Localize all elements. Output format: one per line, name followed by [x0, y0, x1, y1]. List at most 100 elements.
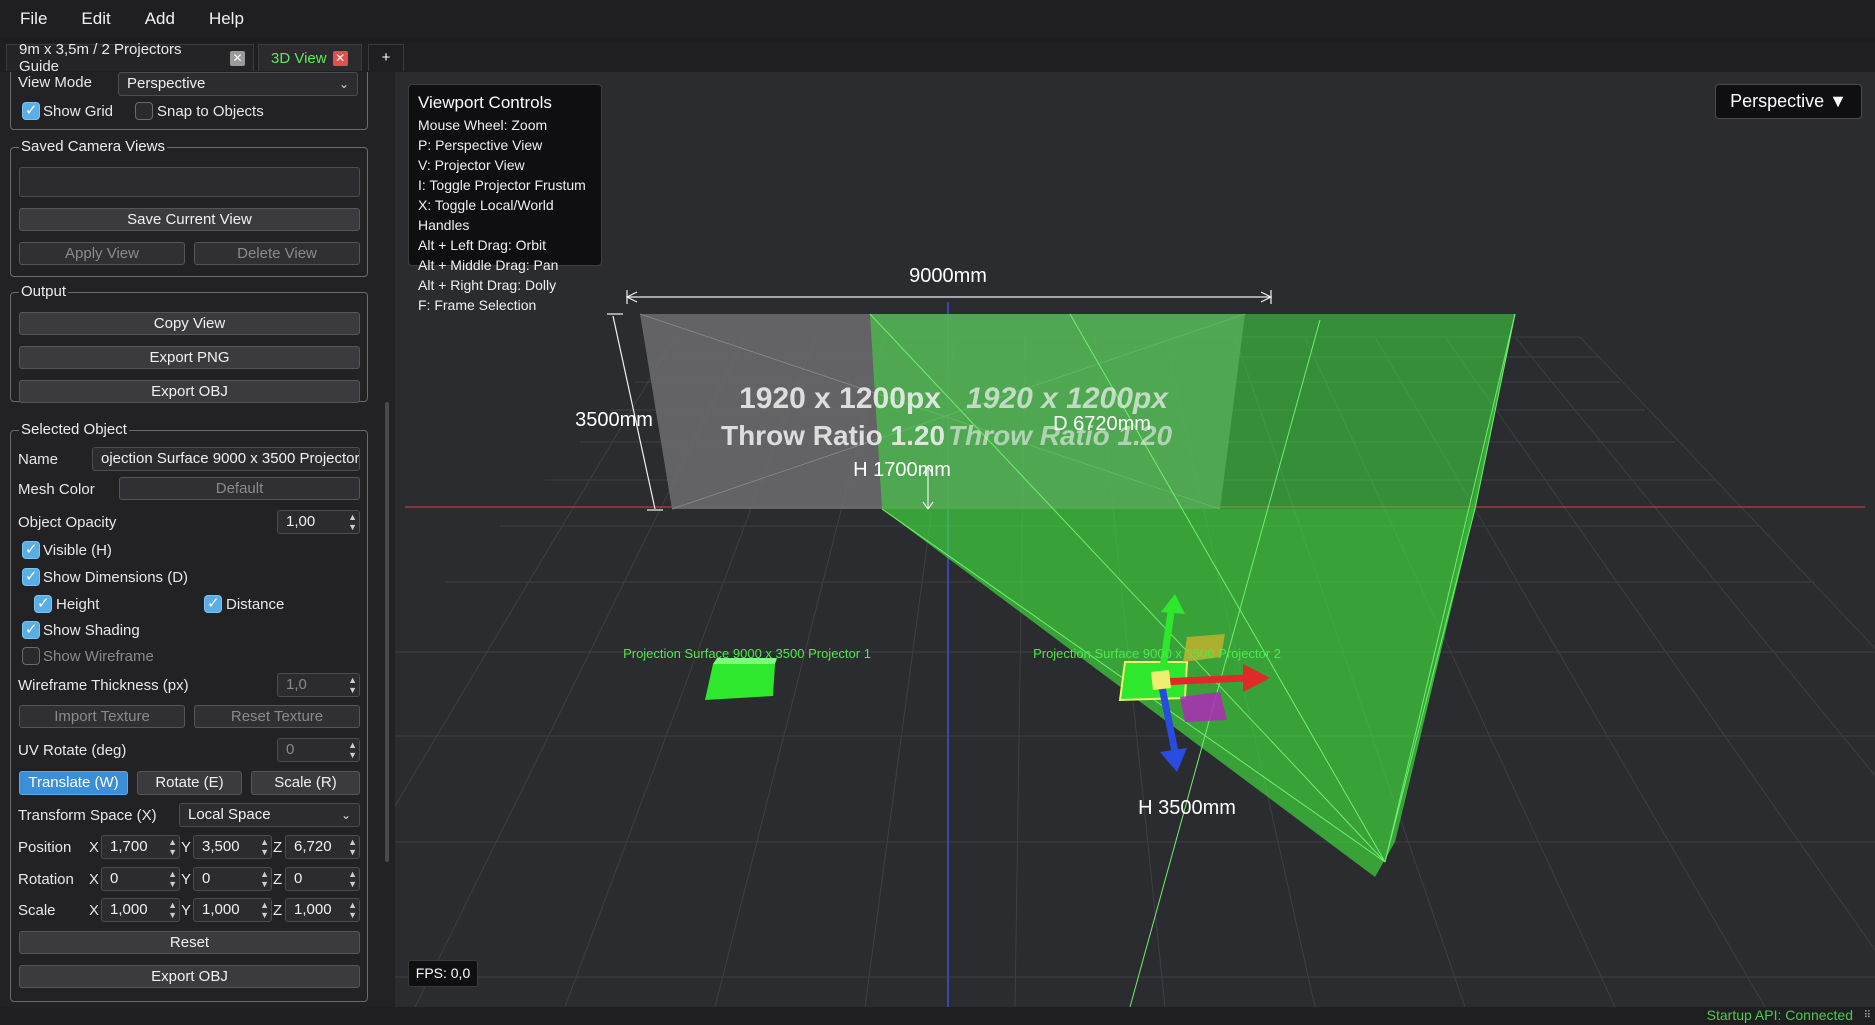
import-texture-button[interactable]: Import Texture — [19, 705, 185, 728]
wireframe-label: Show Wireframe — [43, 648, 154, 665]
menu-edit[interactable]: Edit — [71, 9, 134, 29]
width-dimension-label: 9000mm — [909, 265, 987, 287]
stepper-icon[interactable]: ▲ ▼ — [168, 869, 177, 889]
view-mode-value: Perspective — [127, 75, 206, 92]
position-y-value: 3,500 — [202, 838, 240, 855]
3d-viewport[interactable]: 9000mm 3500mm 1920 x 1200px Throw Ratio … — [395, 72, 1875, 1007]
scale-button[interactable]: Scale (R) — [251, 771, 360, 795]
scale-y-value: 1,000 — [202, 901, 240, 918]
shading-checkbox[interactable] — [22, 620, 40, 639]
stepper-icon[interactable]: ▲ ▼ — [260, 837, 269, 857]
wf-thickness-value: 1,0 — [286, 676, 307, 693]
scale-z-input[interactable]: 1,000 ▲ ▼ — [285, 898, 360, 922]
reset-button[interactable]: Reset — [19, 931, 360, 954]
menu-add[interactable]: Add — [135, 9, 199, 29]
copy-view-button[interactable]: Copy View — [19, 312, 360, 335]
tab-bar: 9m x 3,5m / 2 Projectors Guide ✕ 3D View… — [0, 41, 1875, 75]
chevron-down-icon: ⌄ — [340, 808, 351, 822]
distance-checkbox[interactable] — [204, 594, 222, 613]
uv-rotate-label: UV Rotate (deg) — [18, 742, 127, 759]
shading-label: Show Shading — [43, 622, 140, 639]
show-grid-label: Show Grid — [43, 103, 114, 120]
rotation-z-input[interactable]: 0 ▲ ▼ — [285, 867, 360, 891]
gizmo-xz-plane[interactable] — [1180, 692, 1227, 722]
scale-y-axis: Y — [181, 902, 192, 919]
control-hint: Alt + Middle Drag: Pan — [418, 257, 559, 273]
delete-view-button[interactable]: Delete View — [194, 242, 360, 265]
view-mode-select[interactable]: Perspective ⌄ — [118, 72, 358, 96]
position-x-input[interactable]: 1,700 ▲ ▼ — [101, 835, 180, 859]
visible-checkbox[interactable] — [22, 540, 40, 559]
stepper-icon[interactable]: ▲ ▼ — [260, 869, 269, 889]
position-z-input[interactable]: 6,720 ▲ ▼ — [285, 835, 360, 859]
height-1700-label: H 1700mm — [853, 459, 951, 481]
translate-button[interactable]: Translate (W) — [19, 771, 128, 795]
stepper-icon[interactable]: ▲ ▼ — [348, 512, 357, 532]
projector-2-label: Projection Surface 9000 x 3500 Projector… — [1033, 646, 1281, 661]
position-x-value: 1,700 — [110, 838, 148, 855]
stepper-icon[interactable]: ▲ ▼ — [348, 900, 357, 920]
camera-views-list[interactable] — [19, 167, 360, 197]
perspective-dropdown[interactable]: Perspective ▼ — [1715, 84, 1862, 119]
stepper-icon[interactable]: ▲ ▼ — [348, 675, 357, 695]
close-icon[interactable]: ✕ — [230, 50, 245, 66]
export-object-obj-button[interactable]: Export OBJ — [19, 965, 360, 988]
tab-guide-label: 9m x 3,5m / 2 Projectors Guide — [19, 41, 182, 75]
position-y-input[interactable]: 3,500 ▲ ▼ — [193, 835, 272, 859]
gizmo-center[interactable] — [1151, 670, 1171, 690]
snap-checkbox[interactable] — [135, 102, 153, 120]
height-checkbox[interactable] — [34, 594, 52, 613]
gizmo-x-axis[interactable] — [1160, 674, 1246, 686]
rotation-x-input[interactable]: 0 ▲ ▼ — [101, 867, 180, 891]
menu-help[interactable]: Help — [199, 9, 268, 29]
export-obj-button[interactable]: Export OBJ — [19, 380, 360, 403]
mesh-color-button[interactable]: Default — [119, 477, 360, 500]
wf-thickness-input[interactable]: 1,0 ▲ ▼ — [277, 673, 360, 697]
position-y-axis: Y — [181, 839, 192, 856]
stepper-icon[interactable]: ▲ ▼ — [168, 900, 177, 920]
add-tab-button[interactable]: + — [368, 44, 404, 71]
scale-y-input[interactable]: 1,000 ▲ ▼ — [193, 898, 272, 922]
stepper-icon[interactable]: ▲ ▼ — [168, 837, 177, 857]
height-label: Height — [56, 596, 100, 613]
fps-counter: FPS: 0,0 — [408, 960, 478, 987]
stepper-icon[interactable]: ▲ ▼ — [348, 869, 357, 889]
panel-scrollbar[interactable] — [385, 402, 389, 862]
name-input[interactable]: ojection Surface 9000 x 3500 Projector 2 — [92, 447, 360, 471]
stepper-icon[interactable]: ▲ ▼ — [348, 837, 357, 857]
visible-label: Visible (H) — [43, 542, 112, 559]
opacity-label: Object Opacity — [18, 514, 117, 531]
scale-x-axis: X — [89, 902, 100, 919]
tab-3d-view[interactable]: 3D View ✕ — [258, 44, 362, 71]
control-hint: V: Projector View — [418, 157, 525, 173]
menu-file[interactable]: File — [10, 9, 71, 29]
projector-1[interactable] — [705, 664, 775, 700]
close-icon[interactable]: ✕ — [332, 50, 348, 66]
uv-rotate-input[interactable]: 0 ▲ ▼ — [277, 738, 360, 762]
properties-panel: View Mode Perspective ⌄ Show Grid Snap t… — [0, 72, 395, 1007]
reset-texture-button[interactable]: Reset Texture — [194, 705, 360, 728]
control-hint: I: Toggle Projector Frustum — [418, 177, 586, 193]
rotation-y-input[interactable]: 0 ▲ ▼ — [193, 867, 272, 891]
transform-space-select[interactable]: Local Space ⌄ — [179, 803, 360, 827]
gizmo-z-arrow[interactable] — [1160, 748, 1187, 772]
scale-x-input[interactable]: 1,000 ▲ ▼ — [101, 898, 180, 922]
rotate-button[interactable]: Rotate (E) — [137, 771, 242, 795]
opacity-input[interactable]: 1,00 ▲ ▼ — [277, 510, 360, 534]
resolution-label-1: 1920 x 1200px — [739, 382, 941, 415]
resize-grip-icon[interactable]: ⠿ — [1864, 1010, 1871, 1021]
stepper-icon[interactable]: ▲ ▼ — [348, 740, 357, 760]
control-hint: X: Toggle Local/World Handles — [418, 197, 554, 233]
rotation-x-value: 0 — [110, 870, 119, 887]
stepper-icon[interactable]: ▲ ▼ — [260, 900, 269, 920]
wireframe-checkbox[interactable] — [22, 647, 40, 665]
scale-label: Scale — [18, 902, 56, 919]
apply-view-button[interactable]: Apply View — [19, 242, 185, 265]
control-hint: F: Frame Selection — [418, 297, 537, 313]
save-view-button[interactable]: Save Current View — [19, 208, 360, 231]
tab-guide[interactable]: 9m x 3,5m / 2 Projectors Guide ✕ — [6, 41, 254, 75]
show-grid-checkbox[interactable] — [22, 101, 40, 120]
projector-1-label: Projection Surface 9000 x 3500 Projector… — [623, 646, 871, 661]
export-png-button[interactable]: Export PNG — [19, 346, 360, 369]
show-dimensions-checkbox[interactable] — [22, 567, 40, 586]
